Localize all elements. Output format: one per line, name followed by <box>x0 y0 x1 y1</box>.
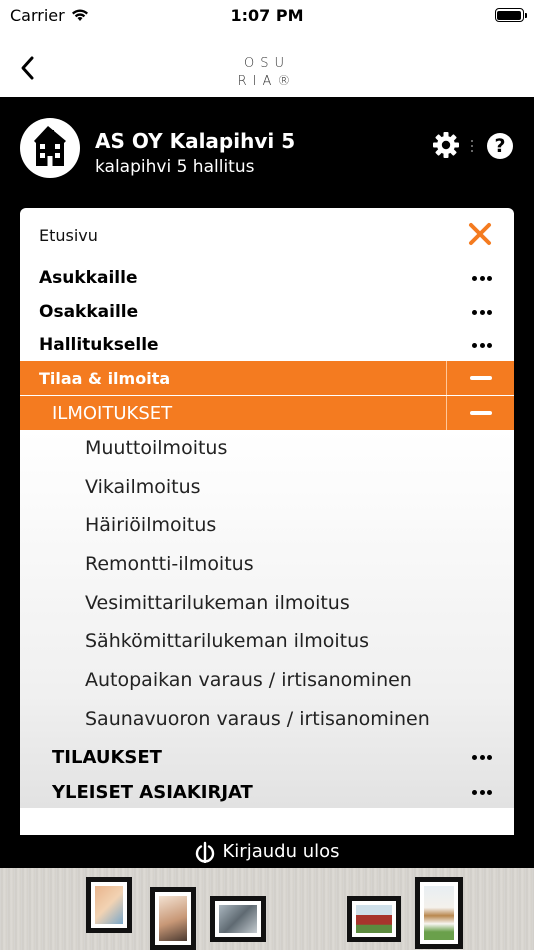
menu-item-saunavuoro[interactable]: Saunavuoron varaus / irtisanominen <box>85 708 430 730</box>
more-dots-icon[interactable] <box>472 309 492 315</box>
submenu-ilmoitukset[interactable]: ILMOITUKSET <box>20 396 514 430</box>
row-separator <box>446 361 447 395</box>
more-dots-icon[interactable] <box>472 789 492 795</box>
brand-logo-line1: OSU <box>244 56 290 71</box>
menu-section-asukkaille[interactable]: Asukkaille <box>20 266 514 290</box>
battery-icon <box>494 8 527 22</box>
active-section-label: Tilaa & ilmoita <box>39 368 171 388</box>
submenu-tilaukset[interactable]: TILAUKSET <box>20 744 514 770</box>
collapse-minus-icon[interactable] <box>470 411 492 415</box>
gear-icon[interactable] <box>432 131 460 159</box>
house-icon <box>34 126 66 166</box>
menu-section-osakkaille[interactable]: Osakkaille <box>20 300 514 324</box>
menu-section-label: Asukkaille <box>39 268 138 288</box>
more-vertical-icon[interactable] <box>470 139 474 153</box>
menu-item-vesimittari[interactable]: Vesimittarilukeman ilmoitus <box>85 592 350 614</box>
submenu-items: Muuttoilmoitus Vikailmoitus Häiriöilmoit… <box>20 430 514 808</box>
menu-section-hallitukselle[interactable]: Hallitukselle <box>20 333 514 357</box>
wifi-icon <box>71 9 88 21</box>
menu-item-remontti-ilmoitus[interactable]: Remontti-ilmoitus <box>85 553 254 575</box>
nav-bar: OSU RIA® <box>0 30 534 97</box>
house-avatar <box>20 118 80 178</box>
menu-home-link[interactable]: Etusivu <box>39 226 98 245</box>
menu-section-label: Hallitukselle <box>39 335 159 355</box>
active-subsection-label: ILMOITUKSET <box>52 402 173 424</box>
carrier-label: Carrier <box>10 5 65 25</box>
status-left: Carrier <box>10 6 160 25</box>
menu-panel: Etusivu Asukkaille Osakkaille Hallitukse… <box>20 208 514 835</box>
status-time: 1:07 PM <box>230 5 304 25</box>
photo-frame <box>415 877 463 949</box>
picture-wall <box>0 868 534 950</box>
photo-frame <box>347 896 401 942</box>
row-separator <box>446 396 447 430</box>
help-icon[interactable]: ? <box>487 133 513 159</box>
more-dots-icon[interactable] <box>472 342 492 348</box>
close-icon[interactable] <box>468 222 492 246</box>
power-icon <box>195 841 214 863</box>
company-subtitle: kalapihvi 5 hallitus <box>95 157 255 177</box>
logout-button[interactable]: Kirjaudu ulos <box>20 835 514 868</box>
photo-frame <box>210 896 266 942</box>
logout-label: Kirjaudu ulos <box>222 841 340 862</box>
more-dots-icon[interactable] <box>472 754 492 760</box>
company-name: AS OY Kalapihvi 5 <box>95 129 296 153</box>
menu-section-tilaa-ilmoita[interactable]: Tilaa & ilmoita <box>20 361 514 395</box>
brand-logo-line2: RIA® <box>237 74 297 89</box>
photo-frame <box>150 887 196 950</box>
menu-item-sahkomittari[interactable]: Sähkömittarilukeman ilmoitus <box>85 630 369 652</box>
menu-section-label: Osakkaille <box>39 302 139 322</box>
menu-item-autopaikka[interactable]: Autopaikan varaus / irtisanominen <box>85 669 412 691</box>
submenu-yleiset-asiakirjat[interactable]: YLEISET ASIAKIRJAT <box>20 779 514 805</box>
status-right <box>374 8 527 22</box>
menu-item-muuttoilmoitus[interactable]: Muuttoilmoitus <box>85 437 227 459</box>
subsection-label: YLEISET ASIAKIRJAT <box>52 781 253 803</box>
menu-item-vikailmoitus[interactable]: Vikailmoitus <box>85 476 201 498</box>
status-bar: Carrier 1:07 PM <box>0 0 534 30</box>
photo-frame <box>86 877 132 933</box>
subsection-label: TILAUKSET <box>52 746 162 768</box>
collapse-minus-icon[interactable] <box>470 376 492 380</box>
more-dots-icon[interactable] <box>472 275 492 281</box>
company-header: AS OY Kalapihvi 5 kalapihvi 5 hallitus ? <box>0 97 534 197</box>
menu-item-hairioilmoitus[interactable]: Häiriöilmoitus <box>85 514 216 536</box>
